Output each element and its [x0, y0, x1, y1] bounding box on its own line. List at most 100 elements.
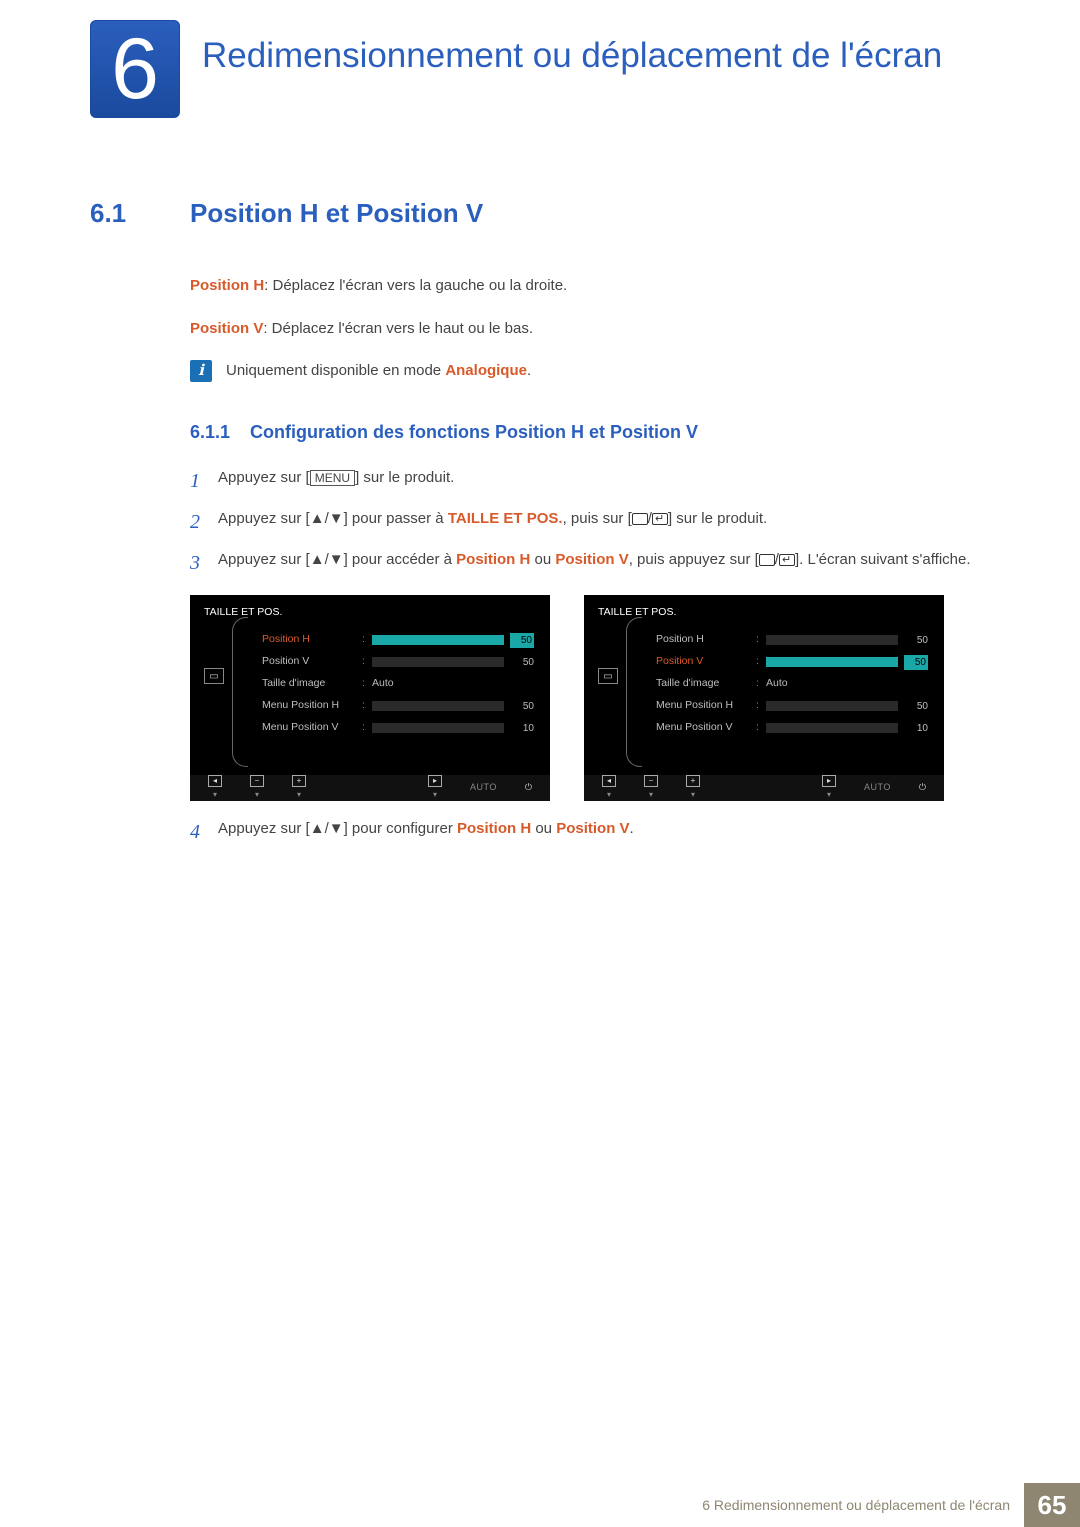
- step-2-text-d: ] sur le produit.: [668, 510, 767, 527]
- note-mode: Analogique: [445, 362, 527, 379]
- subsection-heading: 6.1.1 Configuration des fonctions Positi…: [190, 419, 990, 446]
- step-4-text-suffix: .: [630, 820, 634, 837]
- footer-chapter-text: 6 Redimensionnement ou déplacement de l'…: [702, 1497, 1024, 1513]
- osd-value-menu-h: 50: [510, 699, 534, 714]
- osd-power-icon: ⏻: [525, 781, 532, 795]
- step-4-text-a: Appuyez sur [: [218, 820, 310, 837]
- position-v-text: : Déplacez l'écran vers le haut ou le ba…: [263, 320, 533, 337]
- osd-item-menu-v: Menu Position V : 10: [236, 718, 534, 738]
- menu-button-label: MENU: [310, 470, 355, 486]
- step-4-number: 4: [190, 817, 218, 848]
- osd-nav-right-icon: ▸: [822, 775, 836, 787]
- osd-auto-label: AUTO: [864, 781, 891, 795]
- up-down-icon: ▲/▼: [310, 551, 344, 568]
- note-suffix: .: [527, 362, 531, 379]
- footer-page-number: 65: [1024, 1483, 1080, 1527]
- up-down-icon: ▲/▼: [310, 510, 344, 527]
- step-2-target: TAILLE ET POS.: [448, 510, 563, 527]
- osd-nav-left-icon: ◂: [602, 775, 616, 787]
- step-3-target-h: Position H: [456, 551, 530, 568]
- osd-label-menu-v: Menu Position V: [656, 720, 756, 736]
- osd-item-position-v: Position V : 50: [630, 652, 928, 672]
- definition-position-v: Position V: Déplacez l'écran vers le hau…: [190, 318, 990, 341]
- osd-nav-minus-icon: −: [644, 775, 658, 787]
- step-3-target-v: Position V: [555, 551, 628, 568]
- osd-nav-plus-icon: +: [686, 775, 700, 787]
- osd-label-menu-h: Menu Position H: [262, 698, 362, 714]
- step-4: 4 Appuyez sur [▲/▼] pour configurer Posi…: [190, 817, 990, 848]
- osd-footer: ◂▾ −▾ +▾ ▸▾ AUTO ⏻: [584, 775, 944, 801]
- osd-item-image-size: Taille d'image : Auto: [236, 674, 534, 694]
- osd-item-position-h: Position H : 50: [630, 630, 928, 650]
- step-1-number: 1: [190, 466, 218, 497]
- section-heading: 6.1 Position H et Position V: [90, 198, 990, 229]
- step-1: 1 Appuyez sur [MENU] sur le produit.: [190, 466, 990, 497]
- step-2: 2 Appuyez sur [▲/▼] pour passer à TAILLE…: [190, 507, 990, 538]
- osd-label-image-size: Taille d'image: [262, 676, 362, 692]
- step-3-text-mid: ou: [530, 551, 555, 568]
- step-3: 3 Appuyez sur [▲/▼] pour accéder à Posit…: [190, 548, 990, 579]
- osd-value-menu-v: 10: [510, 721, 534, 736]
- step-3-text-a: Appuyez sur [: [218, 551, 310, 568]
- up-down-icon: ▲/▼: [310, 820, 344, 837]
- osd-item-position-h: Position H : 50: [236, 630, 534, 650]
- osd-label-position-v: Position V: [656, 654, 756, 670]
- osd-label-position-h: Position H: [262, 632, 362, 648]
- osd-title: TAILLE ET POS.: [200, 603, 540, 631]
- step-4-target-v: Position V: [556, 820, 629, 837]
- position-h-text: : Déplacez l'écran vers la gauche ou la …: [264, 277, 567, 294]
- osd-footer: ◂▾ −▾ +▾ ▸▾ AUTO ⏻: [190, 775, 550, 801]
- chapter-header: 6 Redimensionnement ou déplacement de l'…: [90, 30, 990, 128]
- chapter-number-badge: 6: [90, 20, 180, 118]
- step-3-number: 3: [190, 548, 218, 579]
- osd-value-menu-h: 50: [904, 699, 928, 714]
- osd-item-position-v: Position V : 50: [236, 652, 534, 672]
- chapter-title: Redimensionnement ou déplacement de l'éc…: [202, 30, 942, 78]
- osd-value-position-v: 50: [904, 655, 928, 670]
- osd-nav-left-icon: ◂: [208, 775, 222, 787]
- osd-label-menu-h: Menu Position H: [656, 698, 756, 714]
- step-2-text-a: Appuyez sur [: [218, 510, 310, 527]
- source-enter-icon: /: [759, 548, 795, 571]
- osd-label-image-size: Taille d'image: [656, 676, 756, 692]
- osd-item-menu-h: Menu Position H : 50: [236, 696, 534, 716]
- step-2-text-c: , puis sur [: [563, 510, 632, 527]
- osd-value-position-h: 50: [510, 633, 534, 648]
- osd-item-menu-v: Menu Position V : 10: [630, 718, 928, 738]
- subsection-number: 6.1.1: [190, 419, 250, 446]
- note-prefix: Uniquement disponible en mode: [226, 362, 445, 379]
- osd-arc-decor: [232, 617, 248, 767]
- osd-panel-position-h: TAILLE ET POS. ▭ Position H : 50: [190, 595, 550, 801]
- osd-title: TAILLE ET POS.: [594, 603, 934, 631]
- osd-label-menu-v: Menu Position V: [262, 720, 362, 736]
- note-icon: ℹ: [190, 360, 212, 382]
- subsection-title: Configuration des fonctions Position H e…: [250, 419, 698, 446]
- step-3-text-d: ]. L'écran suivant s'affiche.: [795, 551, 971, 568]
- page-footer: 6 Redimensionnement ou déplacement de l'…: [702, 1483, 1080, 1527]
- osd-value-image-size: Auto: [372, 676, 394, 692]
- step-1-text-a: Appuyez sur [: [218, 469, 310, 486]
- step-2-number: 2: [190, 507, 218, 538]
- osd-category-icon: ▭: [598, 668, 618, 684]
- step-4-target-h: Position H: [457, 820, 531, 837]
- osd-screenshots: TAILLE ET POS. ▭ Position H : 50: [190, 595, 990, 801]
- position-h-label: Position H: [190, 277, 264, 294]
- osd-nav-minus-icon: −: [250, 775, 264, 787]
- section-number: 6.1: [90, 198, 190, 229]
- step-3-text-b: ] pour accéder à: [344, 551, 457, 568]
- source-enter-icon: /: [632, 507, 668, 530]
- note-analog-only: ℹ Uniquement disponible en mode Analogiq…: [190, 360, 990, 383]
- osd-label-position-v: Position V: [262, 654, 362, 670]
- osd-nav-plus-icon: +: [292, 775, 306, 787]
- osd-category-icon: ▭: [204, 668, 224, 684]
- step-4-text-b: ] pour configurer: [344, 820, 457, 837]
- osd-value-position-v: 50: [510, 655, 534, 670]
- position-v-label: Position V: [190, 320, 263, 337]
- step-1-text-b: ] sur le produit.: [355, 469, 454, 486]
- definition-position-h: Position H: Déplacez l'écran vers la gau…: [190, 275, 990, 298]
- osd-nav-right-icon: ▸: [428, 775, 442, 787]
- osd-auto-label: AUTO: [470, 781, 497, 795]
- osd-value-menu-v: 10: [904, 721, 928, 736]
- section-title: Position H et Position V: [190, 198, 483, 229]
- step-3-text-c: , puis appuyez sur [: [629, 551, 759, 568]
